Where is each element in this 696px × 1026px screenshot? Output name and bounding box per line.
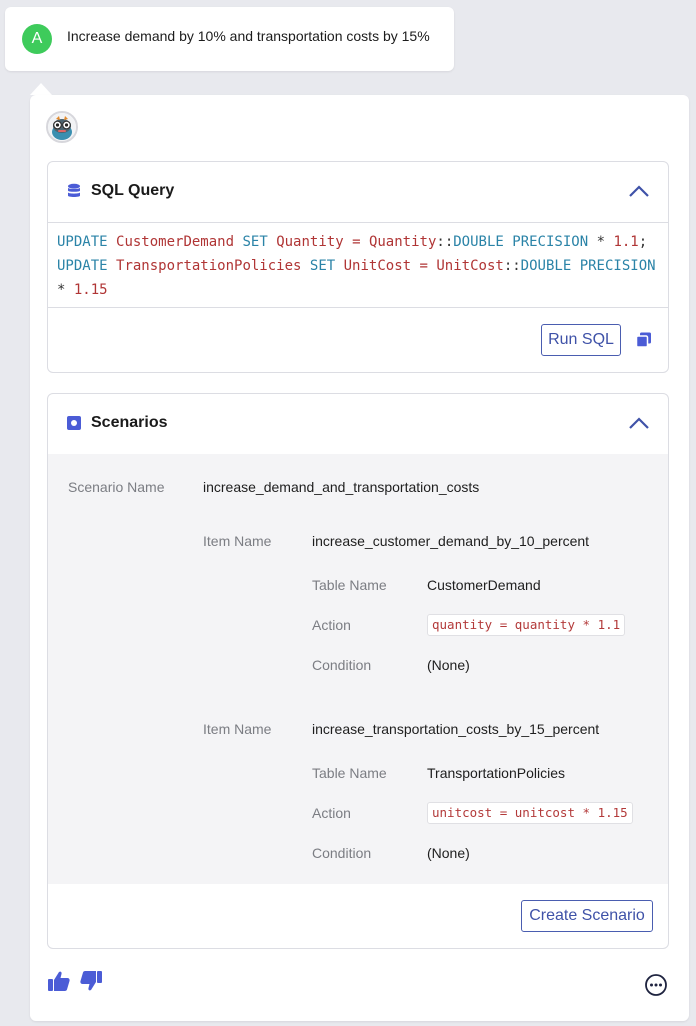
scenarios-title: Scenarios	[91, 414, 168, 431]
sql-token: UnitCost	[343, 258, 412, 274]
bubble-tail	[30, 83, 52, 95]
assistant-avatar	[46, 111, 78, 143]
sql-query-panel: SQL Query UPDATE CustomerDemand SET Quan…	[47, 161, 669, 373]
scenario-details: Scenario Name increase_demand_and_transp…	[48, 454, 668, 884]
sql-token: PRECISION	[512, 234, 589, 250]
sql-token: 1.1	[613, 234, 639, 250]
thumbs-up-icon[interactable]	[47, 970, 71, 992]
item-name-value: increase_customer_demand_by_10_percent	[312, 533, 590, 549]
scenario-name-label: Scenario Name	[68, 479, 165, 495]
robot-avatar-icon	[48, 113, 76, 141]
sql-token: DOUBLE	[453, 234, 504, 250]
sql-token: =	[419, 258, 428, 274]
thumbs-down-icon[interactable]	[79, 970, 103, 992]
sql-token: Quantity	[368, 234, 437, 250]
condition-label: Condition	[312, 657, 372, 673]
action-label: Action	[312, 617, 351, 633]
sql-token: ;	[638, 234, 648, 250]
action-label: Action	[312, 805, 351, 821]
sql-token: ::	[436, 234, 454, 250]
scenarios-header[interactable]: Scenarios	[48, 394, 668, 452]
table-name-label: Table Name	[312, 577, 387, 593]
sql-token: UnitCost	[436, 258, 504, 274]
table-name-value: TransportationPolicies	[427, 765, 565, 781]
sql-query-header[interactable]: SQL Query	[48, 162, 668, 220]
sql-token: =	[352, 234, 361, 250]
chevron-up-icon[interactable]	[628, 184, 650, 198]
sql-token: 1.15	[73, 282, 108, 298]
sql-token: *	[596, 234, 605, 250]
sql-token: Quantity	[276, 234, 344, 250]
condition-label: Condition	[312, 845, 372, 861]
condition-value: (None)	[427, 657, 470, 673]
sql-token: SET	[242, 234, 268, 250]
scenarios-panel: Scenarios Scenario Name increase_demand_…	[47, 393, 669, 949]
sql-token: ::	[503, 258, 521, 274]
user-message-text: Increase demand by 10% and transportatio…	[67, 28, 430, 44]
scenario-name-value: increase_demand_and_transportation_costs	[203, 479, 480, 495]
create-scenario-button[interactable]: Create Scenario	[521, 900, 653, 932]
sql-query-title: SQL Query	[91, 182, 175, 199]
sql-token: DOUBLE	[520, 258, 572, 274]
sql-token: UPDATE	[57, 258, 108, 274]
table-name-value: CustomerDemand	[427, 577, 541, 593]
item-name-label: Item Name	[203, 721, 272, 737]
sql-token: PRECISION	[579, 258, 656, 274]
more-options-icon[interactable]	[644, 973, 668, 997]
action-value: quantity = quantity * 1.1	[427, 614, 626, 636]
sql-token: CustomerDemand	[116, 234, 235, 250]
copy-icon[interactable]	[635, 331, 653, 349]
run-sql-button[interactable]: Run SQL	[541, 324, 621, 356]
sql-token: UPDATE	[57, 234, 108, 250]
action-value: unitcost = unitcost * 1.15	[427, 802, 633, 824]
square-dot-icon	[67, 416, 81, 430]
table-name-label: Table Name	[312, 765, 387, 781]
assistant-response-card: SQL Query UPDATE CustomerDemand SET Quan…	[30, 95, 689, 1021]
user-avatar: A	[22, 24, 52, 54]
user-message-bubble: A Increase demand by 10% and transportat…	[5, 7, 454, 71]
item-name-label: Item Name	[203, 533, 272, 549]
sql-token: SET	[309, 258, 336, 274]
sql-token: TransportationPolicies	[116, 258, 302, 274]
chevron-up-icon[interactable]	[628, 416, 650, 430]
sql-query-code[interactable]: UPDATE CustomerDemand SET Quantity = Qua…	[48, 222, 668, 308]
item-name-value: increase_transportation_costs_by_15_perc…	[312, 721, 600, 737]
condition-value: (None)	[427, 845, 470, 861]
database-icon	[68, 183, 80, 197]
